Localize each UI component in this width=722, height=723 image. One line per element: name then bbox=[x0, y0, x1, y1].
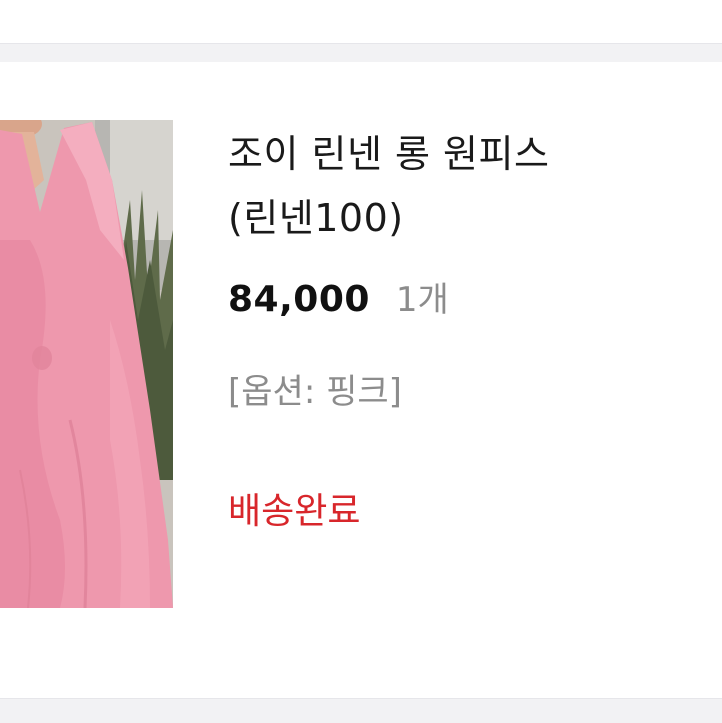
section-divider bbox=[0, 43, 722, 62]
product-name[interactable]: 조이 린넨 롱 원피스 (린넨100) bbox=[228, 122, 698, 250]
section-divider-bottom bbox=[0, 698, 722, 723]
delivery-status: 배송완료 bbox=[228, 491, 361, 532]
top-strip bbox=[0, 0, 722, 43]
product-image[interactable] bbox=[0, 120, 173, 608]
product-quantity: 1개 bbox=[395, 280, 449, 320]
product-option: [옵션: 핑크] bbox=[228, 372, 402, 412]
product-name-line1: 조이 린넨 롱 원피스 bbox=[228, 132, 550, 176]
product-price: 84,000 bbox=[228, 279, 370, 320]
order-item-card[interactable]: 조이 린넨 롱 원피스 (린넨100) 84,000 1개 [옵션: 핑크] 배… bbox=[0, 62, 722, 698]
product-name-line2: (린넨100) bbox=[228, 196, 404, 240]
price-row: 84,000 1개 bbox=[228, 272, 449, 321]
